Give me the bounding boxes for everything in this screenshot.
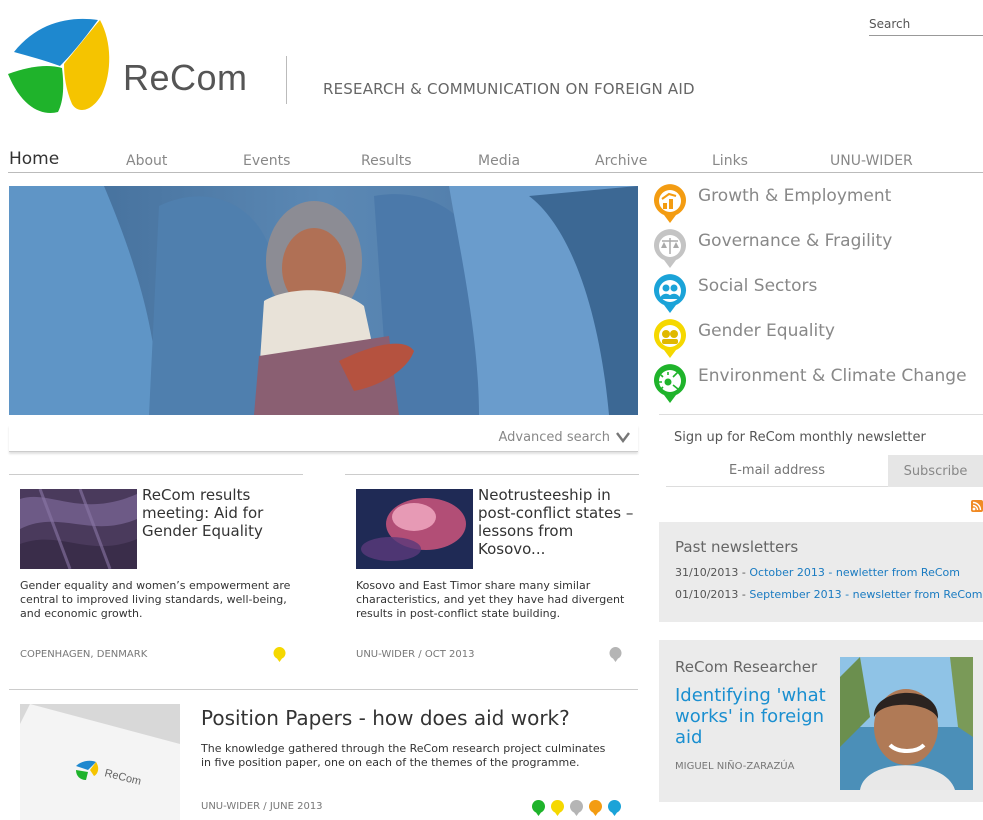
advanced-search-bar[interactable]: Advanced search bbox=[9, 425, 638, 452]
theme-bubble-icon bbox=[570, 800, 583, 816]
researcher-article-link[interactable]: Identifying 'what works' in foreign aid bbox=[675, 685, 840, 748]
theme-list: Growth & Employment Governance & Fragili… bbox=[652, 182, 983, 407]
researcher-panel: ReCom Researcher Identifying 'what works… bbox=[659, 640, 983, 802]
scales-icon bbox=[654, 229, 686, 268]
newsletter-date: 01/10/2013 bbox=[675, 588, 739, 601]
theme-label: Gender Equality bbox=[698, 321, 835, 341]
article-card[interactable]: Neotrusteeship in post-conflict states –… bbox=[345, 474, 639, 674]
researcher-title: ReCom Researcher bbox=[675, 658, 818, 676]
main-nav: Home About Events Results Media Archive … bbox=[8, 145, 983, 173]
position-papers-description: The knowledge gathered through the ReCom… bbox=[201, 742, 606, 769]
researcher-photo[interactable] bbox=[840, 657, 973, 790]
nav-home[interactable]: Home bbox=[9, 149, 59, 169]
newsletter-separator: - bbox=[738, 588, 750, 601]
newsletter-separator: - bbox=[738, 566, 750, 579]
article-description: Gender equality and women’s empowerment … bbox=[20, 579, 291, 620]
hero-image[interactable] bbox=[9, 186, 638, 415]
newsletter-title: Sign up for ReCom monthly newsletter bbox=[674, 430, 926, 445]
article-thumbnail[interactable] bbox=[356, 489, 473, 569]
theme-bubble-icon bbox=[551, 800, 564, 816]
article-meta: COPENHAGEN, DENMARK bbox=[20, 649, 148, 660]
article-title[interactable]: ReCom results meeting: Aid for Gender Eq… bbox=[142, 486, 302, 540]
position-papers-thumbnail[interactable]: ReCom bbox=[20, 704, 180, 820]
nav-links[interactable]: Links bbox=[712, 153, 748, 169]
newsletter-link[interactable]: September 2013 - newsletter from ReCom bbox=[749, 588, 982, 601]
position-papers-title[interactable]: Position Papers - how does aid work? bbox=[201, 706, 570, 730]
advanced-search-label[interactable]: Advanced search bbox=[498, 430, 610, 445]
governance-bubble-icon bbox=[609, 647, 622, 662]
search-input[interactable]: Search bbox=[869, 17, 983, 36]
nav-about[interactable]: About bbox=[126, 153, 167, 169]
theme-social-sectors[interactable]: Social Sectors bbox=[652, 272, 983, 317]
newsletter-row: 31/10/2013 - October 2013 - newletter fr… bbox=[675, 566, 960, 579]
theme-environment-climate[interactable]: Environment & Climate Change bbox=[652, 362, 983, 407]
theme-gender-equality[interactable]: Gender Equality bbox=[652, 317, 983, 362]
theme-bubble-icon bbox=[608, 800, 621, 816]
nav-media[interactable]: Media bbox=[478, 153, 520, 169]
nav-results[interactable]: Results bbox=[361, 153, 412, 169]
theme-label: Environment & Climate Change bbox=[698, 366, 967, 386]
newsletter-divider bbox=[659, 414, 983, 415]
article-meta: UNU-WIDER / OCT 2013 bbox=[356, 649, 475, 660]
theme-label: Growth & Employment bbox=[698, 186, 892, 206]
brand-name: ReCom bbox=[123, 57, 248, 98]
theme-label: Social Sectors bbox=[698, 276, 818, 296]
newsletter-row: 01/10/2013 - September 2013 - newsletter… bbox=[675, 588, 982, 601]
article-title[interactable]: Neotrusteeship in post-conflict states –… bbox=[478, 486, 638, 558]
researcher-name: MIGUEL NIÑO-ZARAZÚA bbox=[675, 761, 795, 772]
article-description: Kosovo and East Timor share many similar… bbox=[356, 579, 625, 620]
brand-divider bbox=[286, 56, 287, 104]
article-thumbnail[interactable] bbox=[20, 489, 137, 569]
subscribe-button[interactable]: Subscribe bbox=[888, 455, 983, 487]
position-papers-meta: UNU-WIDER / JUNE 2013 bbox=[201, 801, 323, 812]
growth-chart-icon bbox=[654, 184, 686, 223]
gender-icon bbox=[654, 319, 686, 358]
theme-label: Governance & Fragility bbox=[698, 231, 893, 251]
past-newsletters-panel: Past newsletters 31/10/2013 - October 20… bbox=[659, 522, 983, 622]
newsletter-link[interactable]: October 2013 - newletter from ReCom bbox=[749, 566, 960, 579]
theme-governance-fragility[interactable]: Governance & Fragility bbox=[652, 227, 983, 272]
people-icon bbox=[654, 274, 686, 313]
gender-equality-bubble-icon bbox=[273, 647, 286, 662]
past-newsletters-title: Past newsletters bbox=[675, 538, 799, 556]
tagline: RESEARCH & COMMUNICATION ON FOREIGN AID bbox=[323, 80, 695, 98]
sun-leaf-icon bbox=[654, 364, 686, 403]
position-papers-card[interactable]: ReCom Position Papers - how does aid wor… bbox=[9, 689, 638, 820]
email-field[interactable] bbox=[666, 455, 888, 487]
newsletter-date: 31/10/2013 bbox=[675, 566, 739, 579]
rss-icon[interactable] bbox=[971, 500, 983, 512]
nav-unu-wider[interactable]: UNU-WIDER bbox=[830, 153, 913, 169]
chevron-down-icon[interactable] bbox=[616, 430, 630, 444]
recom-logo[interactable] bbox=[8, 12, 116, 118]
theme-bubble-icon bbox=[532, 800, 545, 816]
theme-growth-employment[interactable]: Growth & Employment bbox=[652, 182, 983, 227]
nav-archive[interactable]: Archive bbox=[595, 153, 647, 169]
nav-events[interactable]: Events bbox=[243, 153, 290, 169]
theme-bubble-icon bbox=[589, 800, 602, 816]
article-card[interactable]: ReCom results meeting: Aid for Gender Eq… bbox=[9, 474, 303, 674]
theme-bubbles bbox=[532, 800, 621, 816]
